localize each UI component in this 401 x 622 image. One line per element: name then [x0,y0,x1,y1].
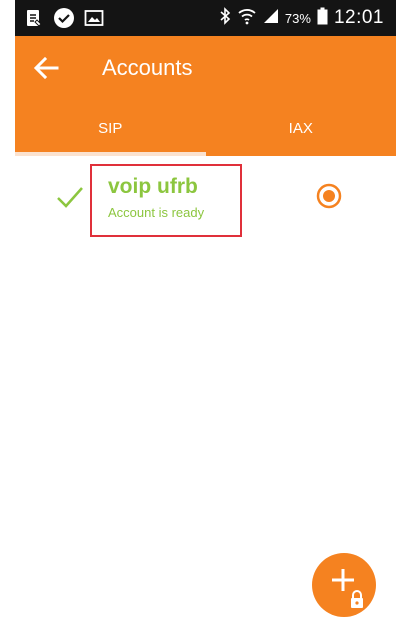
clock: 12:01 [333,7,384,28]
status-bar: 73% 12:01 [15,0,396,36]
app-bar: Accounts [15,36,396,100]
tab-sip[interactable]: SIP [15,100,206,156]
tab-iax-label: IAX [288,119,313,137]
tab-iax[interactable]: IAX [206,100,397,156]
tab-bar: SIP IAX [15,100,396,156]
battery-percent: 73% [284,10,311,26]
page-title: Accounts [102,55,193,80]
tab-selected-indicator [15,152,206,156]
check-circle-icon [53,7,75,29]
account-name: voip ufrb [108,175,198,198]
back-arrow-icon [33,57,59,79]
account-row[interactable]: voip ufrb Account is ready [15,158,396,242]
account-status: Account is ready [108,205,205,220]
image-icon [83,7,105,29]
wifi-icon [237,7,257,30]
battery-icon [317,7,328,30]
radio-selected-icon[interactable] [316,183,342,209]
back-button[interactable] [29,52,63,84]
lock-icon [351,590,363,608]
add-account-button[interactable] [312,553,376,617]
checkmark-icon[interactable] [55,182,85,212]
tab-sip-label: SIP [98,119,123,137]
account-highlight-box: voip ufrb Account is ready [90,164,242,237]
bluetooth-icon [219,6,231,30]
add-account-icon [332,569,354,591]
signal-icon [263,8,279,29]
app-screen: 73% 12:01 Accounts SIP IAX voip ufrb Acc… [15,0,396,617]
notes-icon [23,7,45,29]
